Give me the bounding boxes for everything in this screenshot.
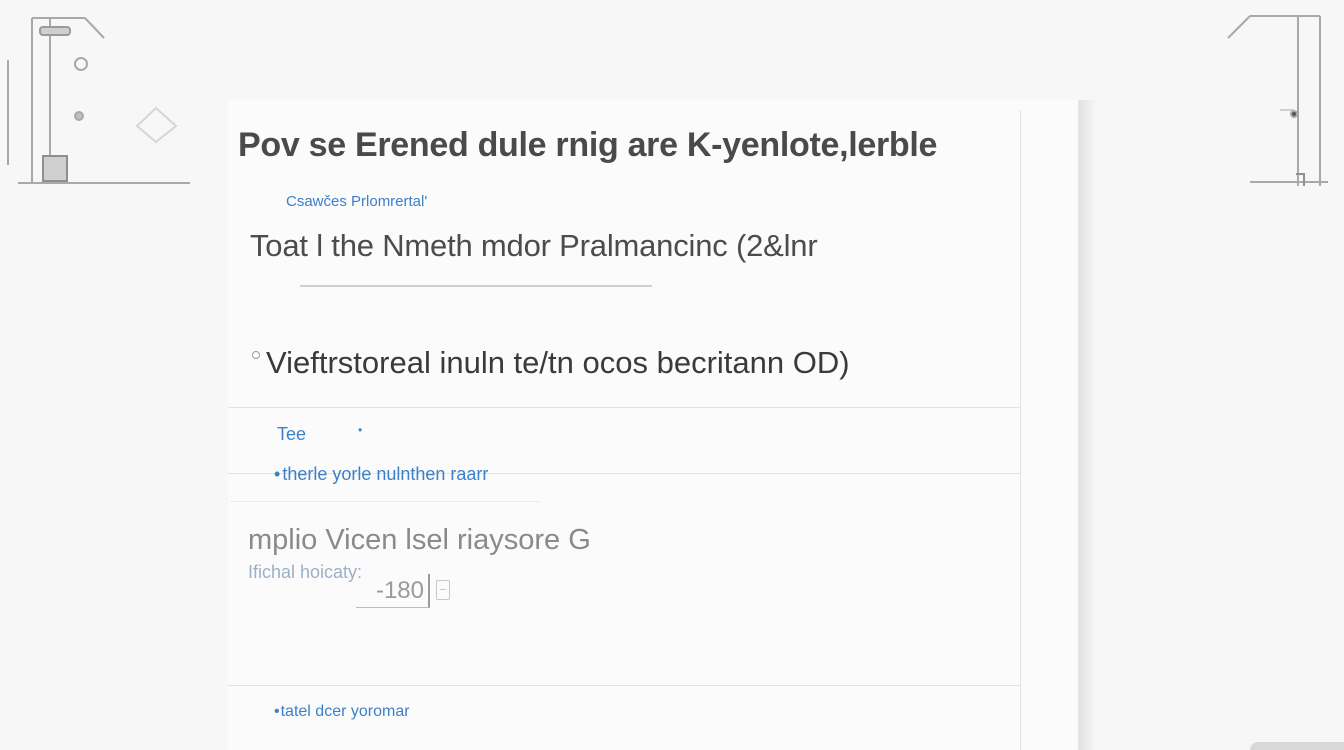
section-label: Csawčes Prlomrertal' xyxy=(286,193,428,210)
corner-element xyxy=(1250,742,1344,750)
tool-rack-icon xyxy=(0,0,200,200)
footer-link[interactable]: tatel dcer yoromar xyxy=(274,703,410,721)
quantity-label: Ifichal hoicaty: xyxy=(248,562,363,582)
divider xyxy=(228,407,1020,408)
link-item[interactable]: therle yorle nulnthen raarr xyxy=(274,464,488,485)
frame-bracket-icon xyxy=(1220,0,1344,200)
sub-heading: mplio Vicen lsel riaysore G xyxy=(248,524,591,556)
text-input-underline[interactable] xyxy=(300,285,652,287)
radio-button[interactable] xyxy=(252,351,260,359)
radio-option[interactable]: Vieftrstoreal inuln te/tn ocos becritann… xyxy=(252,345,850,381)
quantity-input[interactable] xyxy=(356,574,430,608)
form-title: Pov se Erened dule rnig are K-yenlote,le… xyxy=(238,126,938,164)
vertical-divider xyxy=(1020,110,1021,750)
tag-marker: • xyxy=(358,422,363,437)
divider xyxy=(228,685,1020,686)
divider-short xyxy=(230,501,540,502)
stepper-icon[interactable] xyxy=(436,580,450,600)
panel-shadow xyxy=(1080,100,1096,750)
tag-label[interactable]: Tee xyxy=(277,424,306,445)
field-title: Toat l the Nmeth mdor Pralmancinc (2&lnr xyxy=(250,228,818,263)
radio-option-label: Vieftrstoreal inuln te/tn ocos becritann… xyxy=(266,345,850,380)
tag-row[interactable]: Tee • xyxy=(277,422,363,445)
